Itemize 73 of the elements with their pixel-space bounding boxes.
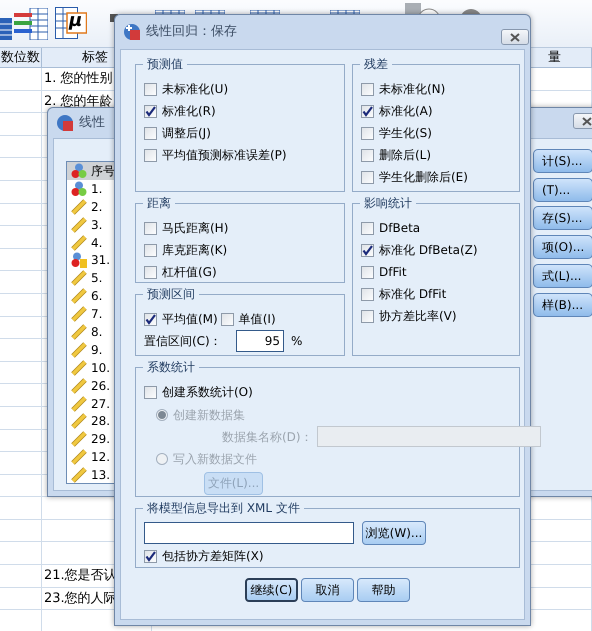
dialog-button[interactable]: 取消 <box>301 578 354 602</box>
checkbox[interactable]: 标准化 DfBeta(Z) <box>361 239 511 261</box>
checkbox[interactable]: 学生化删除后(E) <box>361 166 511 188</box>
ruler-icon <box>71 360 87 376</box>
ruler-icon <box>71 288 87 304</box>
ruler-icon <box>71 324 87 340</box>
variable-list-icon[interactable] <box>14 8 48 40</box>
group-label: 将模型信息导出到 XML 文件 <box>143 500 304 516</box>
list-item[interactable]: 13. <box>67 466 155 483</box>
ruler-icon <box>71 378 87 394</box>
app-icon <box>56 114 74 132</box>
checkbox[interactable]: 单值(I) <box>220 308 276 330</box>
browse-button[interactable]: 浏览(W)... <box>362 521 426 545</box>
checkmark-icon <box>362 106 373 116</box>
side-button[interactable]: 计(S)... <box>533 149 592 173</box>
nominal-icon <box>71 162 87 179</box>
close-button[interactable] <box>501 29 529 45</box>
checkbox[interactable]: DfFit <box>361 261 511 283</box>
checkmark-icon <box>145 550 156 562</box>
ruler-icon <box>71 216 87 233</box>
app-icon <box>123 23 141 41</box>
checkbox[interactable]: DfBeta <box>361 217 511 239</box>
unit-label: % <box>291 333 302 350</box>
list-item[interactable]: 28. <box>67 412 155 430</box>
list-item[interactable]: 1. <box>67 180 155 198</box>
group-label: 预测区间 <box>143 286 199 302</box>
ruler-icon <box>71 198 87 215</box>
checkbox[interactable]: 标准化 DfFit <box>361 283 511 305</box>
checkbox[interactable]: 删除后(L) <box>361 144 511 166</box>
ruler-icon <box>71 431 87 448</box>
group-label: 影响统计 <box>360 195 416 211</box>
input-field[interactable] <box>144 522 354 544</box>
close-icon <box>582 116 592 126</box>
ruler-icon <box>71 449 87 466</box>
dialog-button[interactable]: 继续(C) <box>245 578 298 602</box>
checkbox[interactable]: 协方差比率(V) <box>361 305 511 327</box>
list-item[interactable]: 29. <box>67 430 155 448</box>
field-label: 数据集名称(D)： <box>222 428 313 446</box>
checkmark-icon <box>145 106 156 116</box>
ruler-icon <box>71 413 87 430</box>
radio-dot-icon <box>158 410 166 418</box>
side-button[interactable]: 存(S)... <box>533 206 592 230</box>
group-label: 预测值 <box>143 56 187 72</box>
string-icon <box>71 252 87 268</box>
input-field[interactable]: 95 <box>236 330 284 352</box>
side-button[interactable]: 样(B)... <box>533 292 592 316</box>
checkbox[interactable]: 学生化(S) <box>361 122 511 144</box>
side-button[interactable]: (T)... <box>533 178 592 202</box>
checkbox[interactable]: 未标准化(N) <box>361 78 511 100</box>
checkbox[interactable]: 包括协方差矩阵(X) <box>144 545 264 567</box>
window-title: 线性 <box>79 114 105 132</box>
group-label: 系数统计 <box>143 359 199 375</box>
side-button[interactable]: 项(O)... <box>533 235 592 260</box>
checkmark-icon <box>145 314 156 324</box>
ruler-icon <box>71 270 87 286</box>
checkmark-icon <box>362 244 373 256</box>
table-icon[interactable] <box>0 18 12 40</box>
list-item[interactable]: 12. <box>67 448 155 466</box>
checkbox[interactable]: 调整后(J) <box>144 122 336 144</box>
ruler-icon <box>71 467 87 483</box>
column-header[interactable]: 数位数 <box>0 48 42 67</box>
checkbox[interactable]: 标准化(A) <box>361 100 511 122</box>
ruler-icon <box>71 396 87 412</box>
ruler-icon <box>71 234 87 250</box>
group-label: 距离 <box>143 195 175 211</box>
ruler-icon <box>71 342 87 358</box>
nominal-icon <box>71 180 87 197</box>
window-title: 线性回归：保存 <box>146 23 237 42</box>
ruler-icon <box>71 306 87 322</box>
close-icon <box>510 32 520 42</box>
group-label: 残差 <box>360 56 392 72</box>
side-button[interactable]: 式(L)... <box>533 264 592 288</box>
dialog-button[interactable]: 帮助 <box>357 578 410 602</box>
